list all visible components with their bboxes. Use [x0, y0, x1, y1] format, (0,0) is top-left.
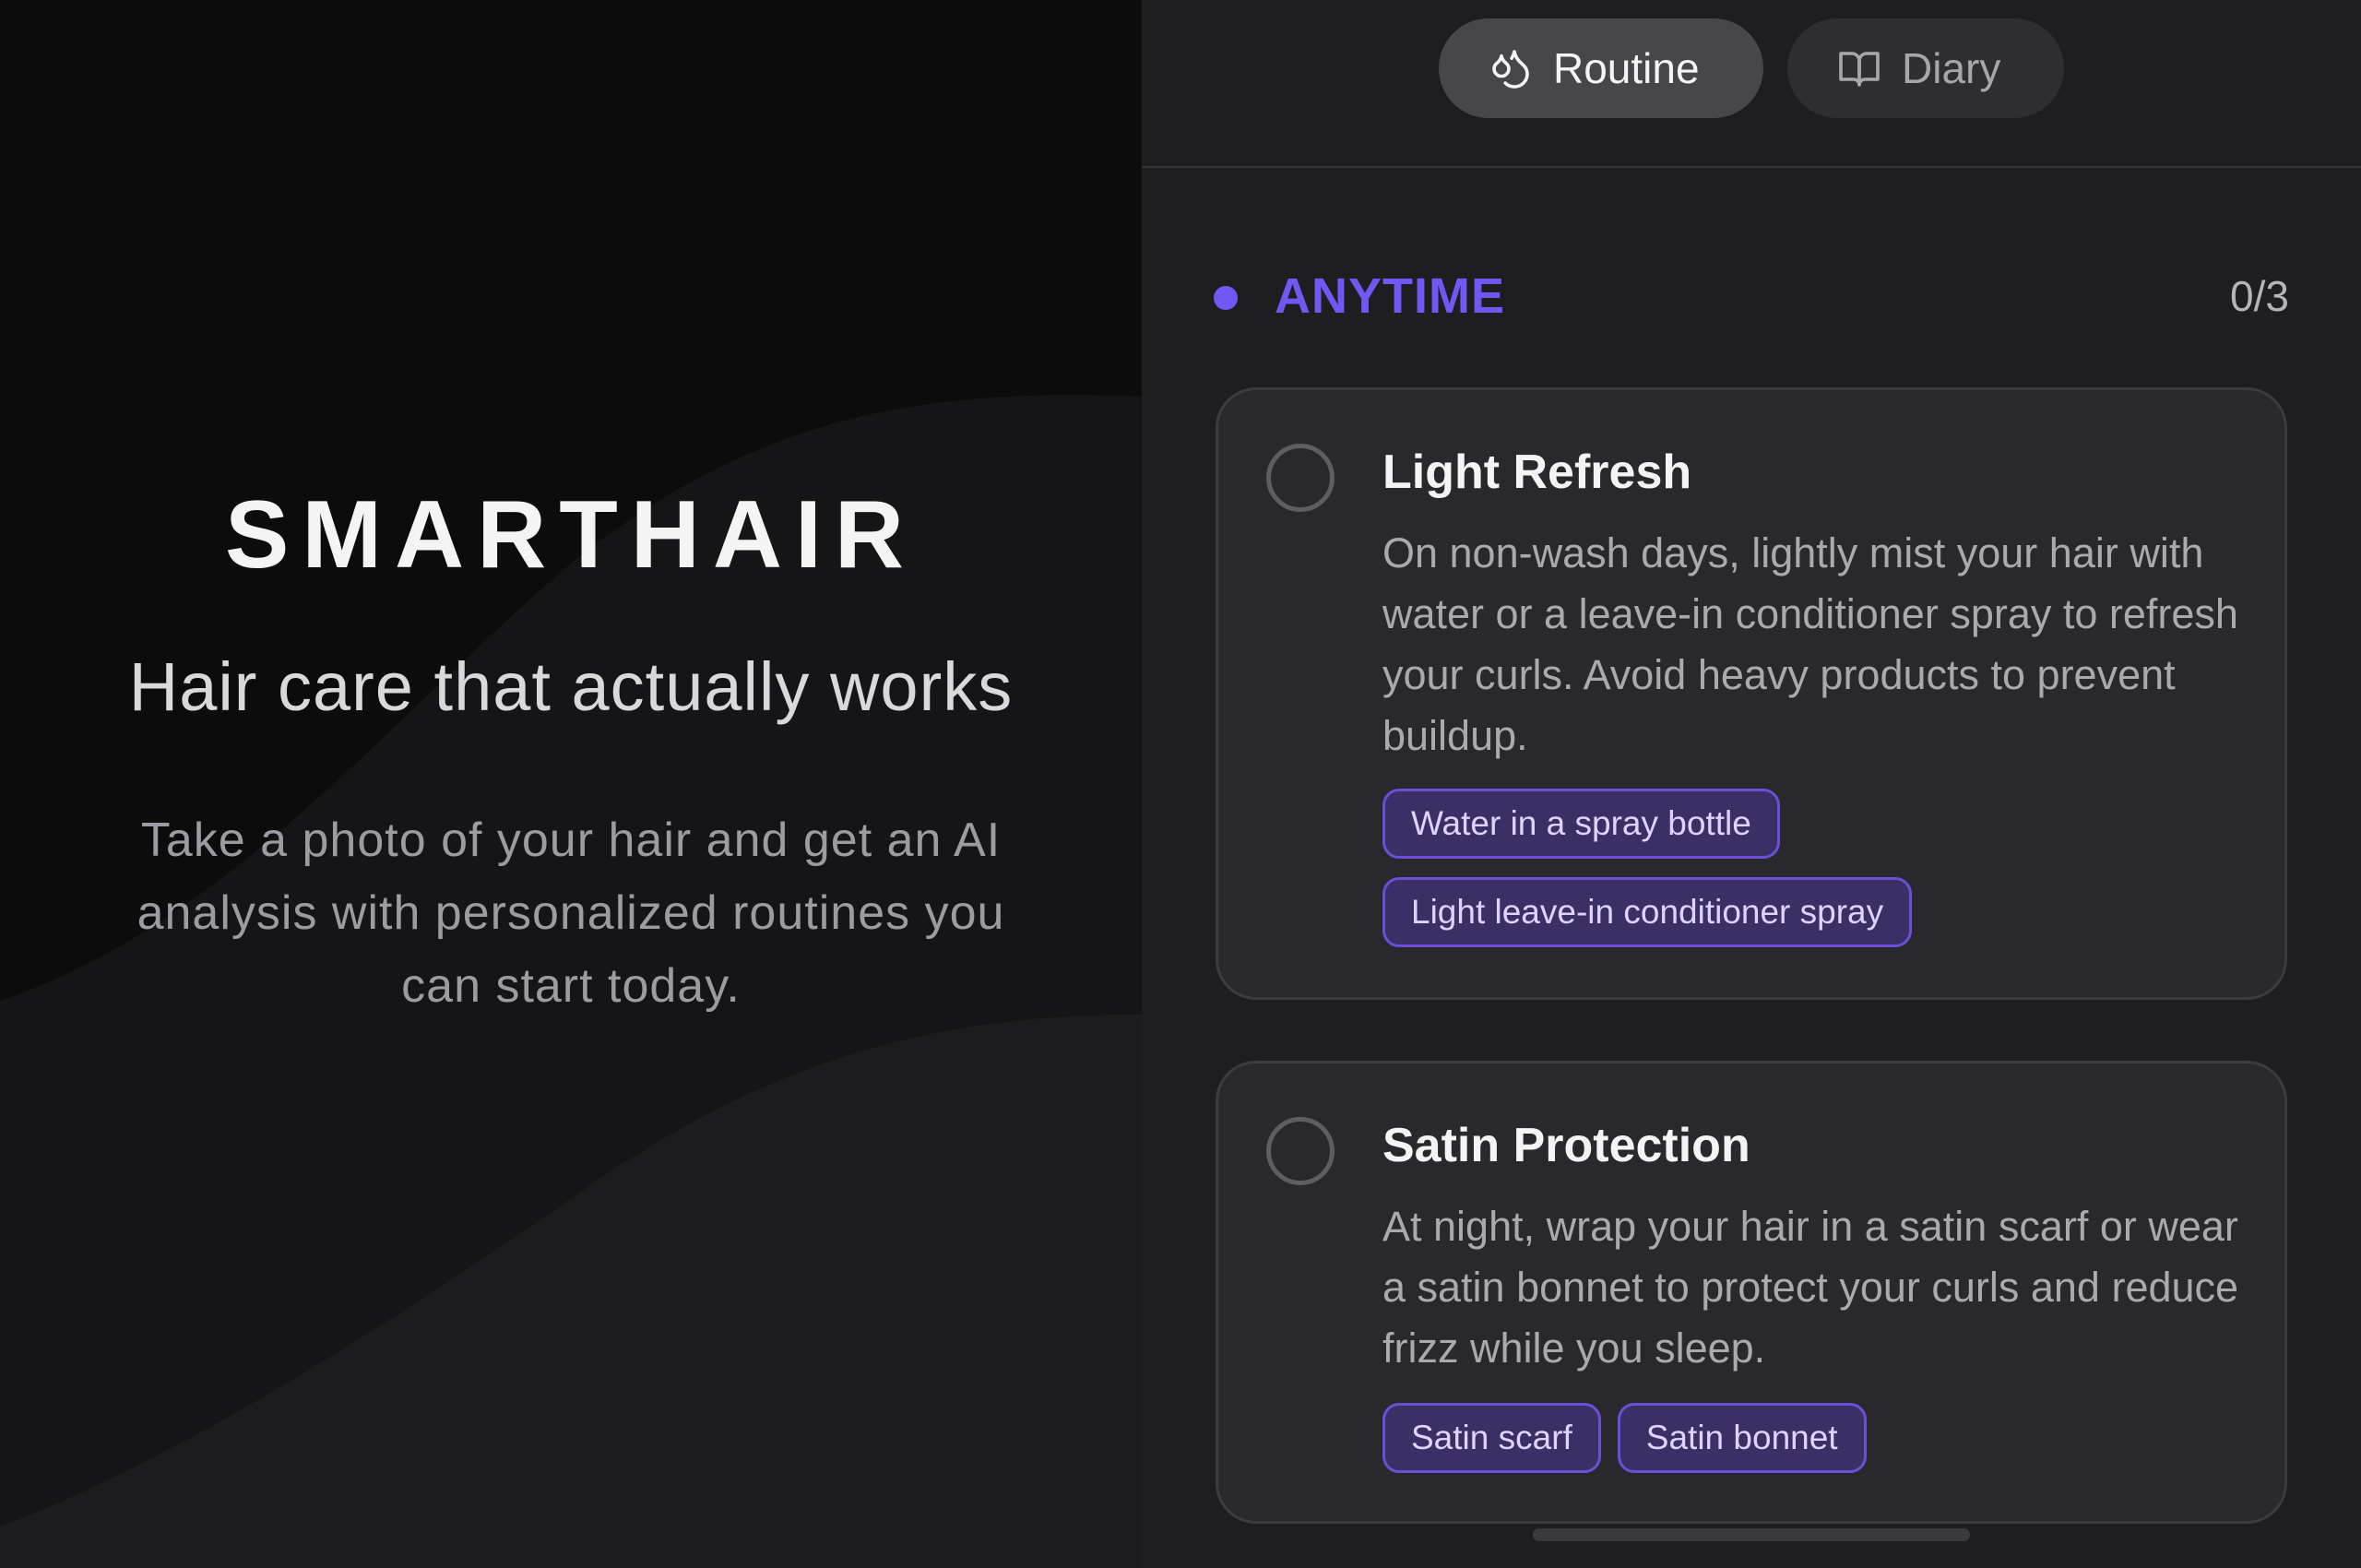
tab-routine[interactable]: Routine — [1439, 18, 1763, 118]
section-indicator-dot — [1214, 286, 1238, 310]
task-tag: Satin scarf — [1382, 1403, 1601, 1473]
droplets-icon — [1492, 50, 1529, 89]
tab-diary[interactable]: Diary — [1787, 18, 2064, 118]
book-open-icon — [1839, 52, 1880, 87]
task-description: On non-wash days, lightly mist your hair… — [1382, 529, 2238, 759]
task-checkbox[interactable] — [1266, 444, 1335, 512]
tab-routine-label: Routine — [1553, 44, 1700, 92]
task-title: Satin Protection — [1382, 1119, 1750, 1172]
task-card: Satin Protection At night, wrap your hai… — [1216, 1061, 2287, 1524]
task-checkbox[interactable] — [1266, 1117, 1335, 1185]
task-description: At night, wrap your hair in a satin scar… — [1382, 1203, 2239, 1372]
hero-panel: SMARTHAIR Hair care that actually works … — [0, 0, 1142, 1568]
app-brand: SMARTHAIR — [225, 481, 917, 588]
task-tags: Water in a spray bottle Light leave-in c… — [1382, 789, 2240, 966]
hero-description: Take a photo of your hair and get an AI … — [136, 814, 1005, 1013]
section-header: ANYTIME 0/3 — [1214, 264, 2289, 328]
task-title: Light Refresh — [1382, 445, 1692, 499]
routine-panel: Routine Diary ANYTIME 0/3 Light Refresh … — [1142, 0, 2361, 1568]
tab-diary-label: Diary — [1902, 44, 2001, 92]
tab-bar: Routine Diary — [1142, 0, 2361, 168]
hero-tagline: Hair care that actually works — [128, 648, 1014, 725]
section-progress-count: 0/3 — [2230, 272, 2289, 320]
task-tag: Satin bonnet — [1617, 1403, 1867, 1473]
task-tags: Satin scarf Satin bonnet — [1382, 1403, 2240, 1491]
task-card: Light Refresh On non-wash days, lightly … — [1216, 387, 2287, 1000]
task-tag: Water in a spray bottle — [1382, 789, 1780, 859]
task-tag: Light leave-in conditioner spray — [1382, 877, 1913, 947]
scrollbar-thumb[interactable] — [1533, 1528, 1970, 1541]
section-title: ANYTIME — [1275, 268, 1505, 324]
